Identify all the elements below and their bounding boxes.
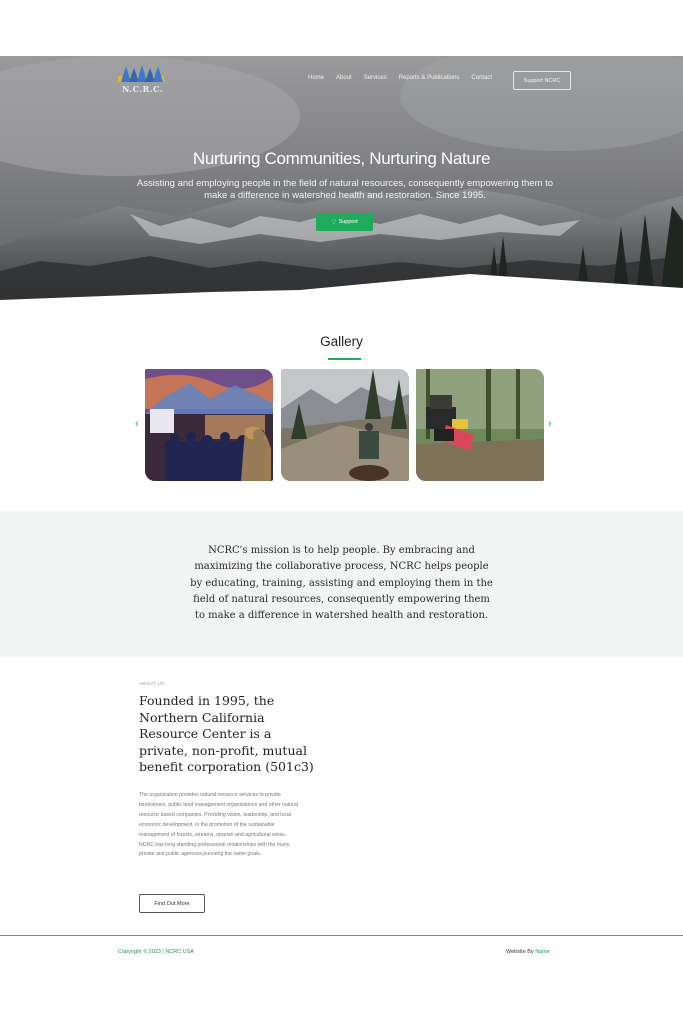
nav-item-home[interactable]: Home [308,75,324,81]
hero-subtitle: Assisting and employing people in the fi… [136,178,554,201]
about-body: The organization provides natural resour… [139,792,298,858]
gallery-image-3-graphic [416,369,544,481]
about-title: Founded in 1995, the Northern California… [139,693,314,775]
hero-support-label: Support [338,219,358,225]
nav-item-services[interactable]: Services [364,75,387,81]
hero-section: N.C.R.C. Home About Services Reports & P… [0,56,683,302]
footer-copyright[interactable]: Copyright © 2023 | NCRC USA [118,949,194,955]
chevron-left-icon[interactable]: ‹ [135,418,139,430]
about-eyebrow: ABOUT US [139,681,165,686]
nav-item-about[interactable]: About [336,75,352,81]
footer-credit-label: Website By [506,949,536,955]
hero-support-button[interactable]: ♡ Support [316,213,373,231]
gallery-image-forestry-machine[interactable] [416,369,544,481]
footer-credit-name-link[interactable]: Name [535,949,550,955]
chevron-right-icon[interactable]: › [548,418,552,430]
gallery-image-presentation[interactable] [145,369,273,481]
gallery-title-underline [328,358,361,360]
find-out-more-button[interactable]: Find Out More [139,894,205,913]
logo-text: N.C.R.C. [122,84,164,94]
logo-trees-icon [118,65,164,82]
ncrc-logo[interactable]: N.C.R.C. [118,64,168,98]
nav-item-reports-publications[interactable]: Reports & Publications [399,75,460,81]
heart-icon: ♡ [331,219,337,226]
hero-title: Nurturing Communities, Nurturing Nature [192,149,491,168]
support-ncrc-button[interactable]: Support NCRC [513,71,571,90]
gallery-image-1-graphic [145,369,273,481]
gallery-image-horseback[interactable] [281,369,409,481]
footer-credit: Website By Name [506,949,550,955]
footer-divider [0,935,683,936]
mission-statement: NCRC's mission is to help people. By emb… [190,545,493,622]
nav-item-contact[interactable]: Contact [471,75,492,81]
mission-section: NCRC's mission is to help people. By emb… [0,511,683,657]
main-nav: Home About Services Reports & Publicatio… [300,75,504,81]
gallery-title: Gallery [320,334,363,349]
gallery-image-2-graphic [281,369,409,481]
